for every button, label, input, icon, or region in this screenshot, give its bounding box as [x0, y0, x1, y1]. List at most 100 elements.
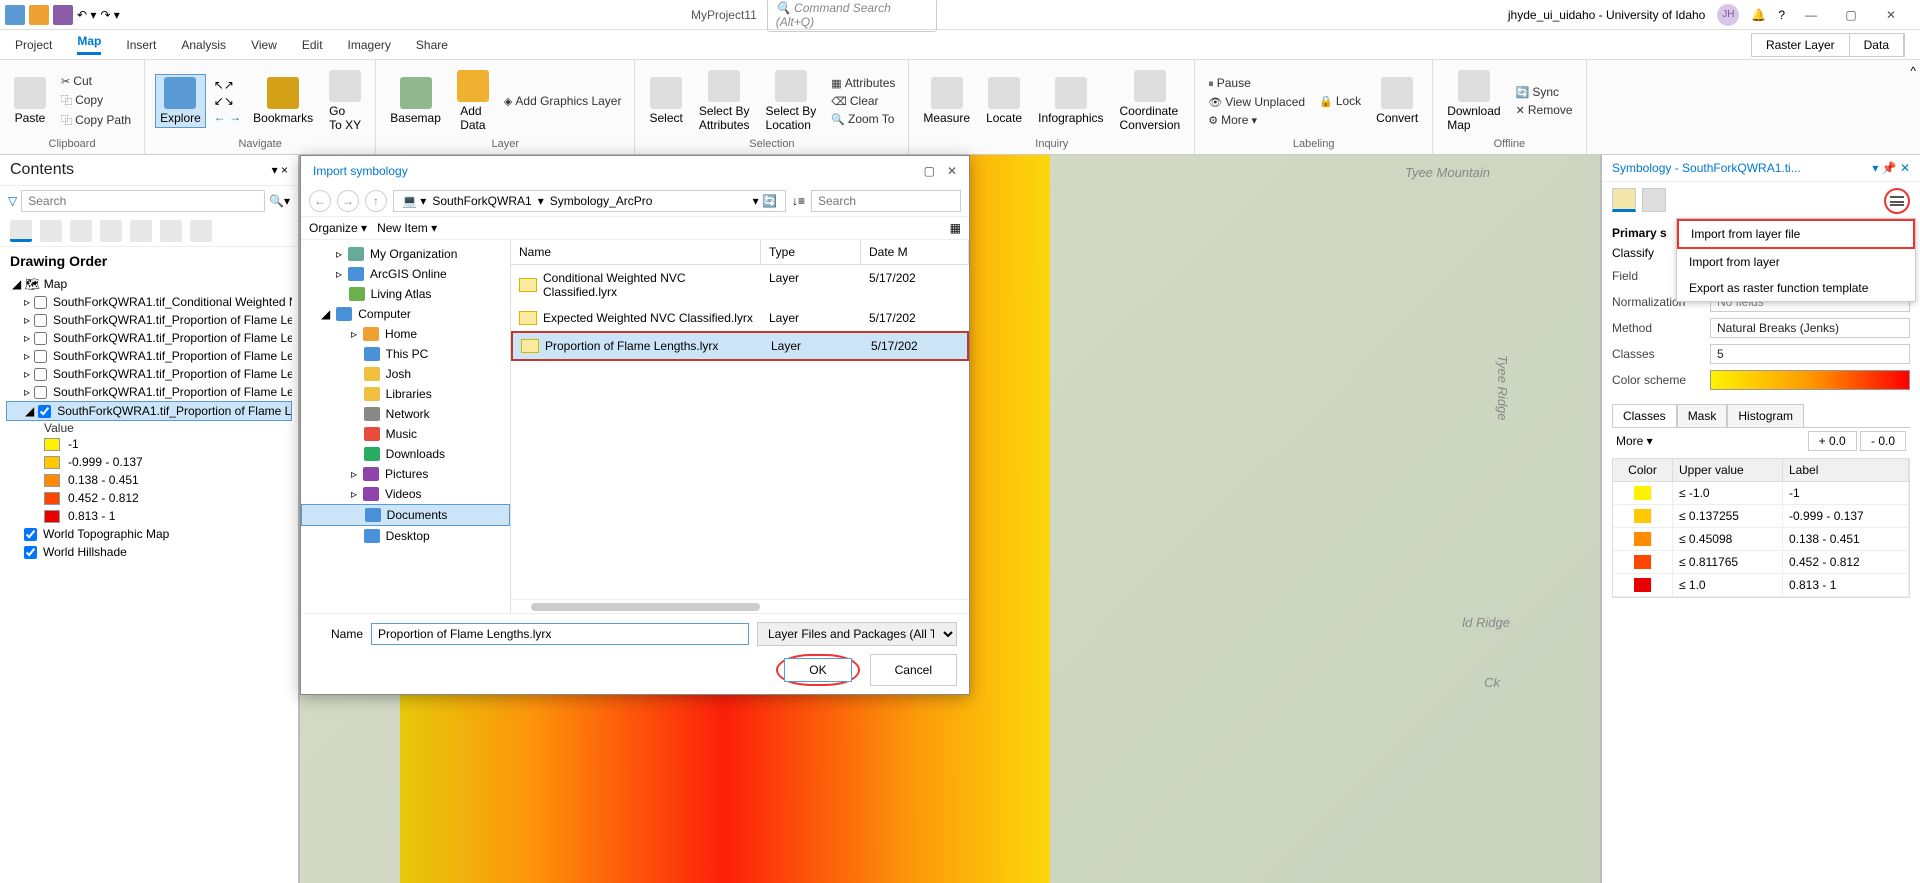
horizontal-scrollbar[interactable] [531, 603, 760, 611]
attributes-button[interactable]: ▦ Attributes [828, 75, 898, 91]
layer-item[interactable]: ▹SouthForkQWRA1.tif_Proportion of Flame … [6, 329, 292, 347]
organize-button[interactable]: Organize ▾ [309, 221, 367, 235]
plus-button[interactable]: + 0.0 [1808, 431, 1857, 451]
list-by-source-icon[interactable] [40, 220, 62, 242]
command-search-input[interactable]: 🔍 Command Search (Alt+Q) [767, 0, 937, 32]
layer-item[interactable]: ▹SouthForkQWRA1.tif_Proportion of Flame … [6, 311, 292, 329]
tree-documents[interactable]: Documents [301, 504, 510, 526]
tab-analysis[interactable]: Analysis [181, 38, 226, 52]
save-icon[interactable] [53, 5, 73, 25]
name-column-header[interactable]: Name [511, 240, 761, 264]
add-graphics-layer-button[interactable]: ◈ Add Graphics Layer [501, 93, 625, 109]
tab-project[interactable]: Project [15, 38, 52, 52]
tab-insert[interactable]: Insert [126, 38, 156, 52]
remove-button[interactable]: ✕ Remove [1513, 102, 1576, 118]
tree-computer[interactable]: ◢ Computer [301, 304, 510, 324]
more-labeling-button[interactable]: ⚙ More ▾ [1205, 112, 1308, 128]
import-from-layer-file-item[interactable]: Import from layer file [1677, 219, 1915, 249]
paste-button[interactable]: Paste [10, 75, 50, 127]
notifications-icon[interactable]: 🔔 [1751, 8, 1766, 22]
more-button[interactable]: More ▾ [1616, 434, 1653, 448]
tab-map[interactable]: Map [77, 34, 101, 55]
measure-button[interactable]: Measure [919, 75, 974, 127]
tree-desktop[interactable]: Desktop [301, 526, 510, 546]
add-data-button[interactable]: Add Data [453, 68, 493, 134]
tab-view[interactable]: View [251, 38, 277, 52]
layer-item[interactable]: ▹SouthForkQWRA1.tif_Conditional Weighted… [6, 293, 292, 311]
contents-menu-icon[interactable]: ▾ × [272, 163, 288, 177]
list-by-drawing-order-icon[interactable] [10, 220, 32, 242]
tree-videos[interactable]: ▹ Videos [301, 484, 510, 504]
vary-symbology-tab-icon[interactable] [1642, 188, 1666, 212]
classes-tab[interactable]: Classes [1612, 404, 1677, 427]
tree-this-pc[interactable]: This PC [301, 344, 510, 364]
file-row[interactable]: Proportion of Flame Lengths.lyrxLayer5/1… [511, 331, 969, 361]
dialog-close-icon[interactable]: ✕ [947, 164, 957, 178]
minus-button[interactable]: - 0.0 [1860, 431, 1906, 451]
sort-icon[interactable]: ↓≡ [792, 194, 805, 208]
tree-libraries[interactable]: Libraries [301, 384, 510, 404]
file-name-input[interactable] [371, 623, 749, 645]
class-row[interactable]: ≤ 1.00.813 - 1 [1613, 574, 1909, 597]
lock-button[interactable]: 🔒 Lock [1316, 93, 1364, 109]
help-icon[interactable]: ? [1778, 8, 1785, 22]
nav-arrows-icon[interactable]: ↖↗↙↘← → [214, 78, 241, 124]
coordinate-conversion-button[interactable]: Coordinate Conversion [1115, 68, 1184, 134]
pause-button[interactable]: ⏸ Pause [1205, 75, 1308, 92]
tree-home[interactable]: ▹ Home [301, 324, 510, 344]
copy-path-button[interactable]: ⿻ Copy Path [58, 111, 134, 129]
class-row[interactable]: ≤ 0.137255-0.999 - 0.137 [1613, 505, 1909, 528]
class-row[interactable]: ≤ -1.0-1 [1613, 482, 1909, 505]
convert-button[interactable]: Convert [1372, 75, 1422, 127]
tab-imagery[interactable]: Imagery [348, 38, 391, 52]
tab-edit[interactable]: Edit [302, 38, 323, 52]
import-from-layer-item[interactable]: Import from layer [1677, 249, 1915, 275]
color-scheme-select[interactable] [1710, 370, 1910, 390]
type-column-header[interactable]: Type [761, 240, 861, 264]
layer-item-selected[interactable]: ◢SouthForkQWRA1.tif_Proportion of Flame … [6, 401, 292, 421]
dialog-search-input[interactable] [811, 190, 961, 212]
forward-button[interactable]: → [337, 190, 359, 212]
basemap-item[interactable]: World Topographic Map [6, 525, 292, 543]
new-item-button[interactable]: New Item ▾ [377, 221, 437, 235]
collapse-ribbon-icon[interactable]: ^ [1910, 64, 1916, 78]
file-row[interactable]: Expected Weighted NVC Classified.lyrxLay… [511, 305, 969, 331]
cut-button[interactable]: ✂ Cut [58, 73, 134, 89]
redo-icon[interactable]: ↷ ▾ [100, 8, 119, 22]
class-row[interactable]: ≤ 0.8117650.452 - 0.812 [1613, 551, 1909, 574]
list-by-labeling-icon[interactable] [160, 220, 182, 242]
user-avatar[interactable]: JH [1717, 4, 1739, 26]
list-by-selection-icon[interactable] [70, 220, 92, 242]
cancel-button[interactable]: Cancel [870, 654, 957, 686]
locate-button[interactable]: Locate [982, 75, 1026, 127]
zoom-to-button[interactable]: 🔍 Zoom To [828, 111, 898, 127]
goto-xy-button[interactable]: Go To XY [325, 68, 365, 134]
tree-josh[interactable]: Josh [301, 364, 510, 384]
symbology-menu-button[interactable] [1884, 188, 1910, 214]
bookmarks-button[interactable]: Bookmarks [249, 75, 317, 127]
view-unplaced-button[interactable]: 👁 View Unplaced [1205, 94, 1308, 110]
panel-controls[interactable]: ▾ 📌 ✕ [1872, 161, 1910, 175]
select-by-location-button[interactable]: Select By Location [762, 68, 821, 134]
tree-my-organization[interactable]: ▹ My Organization [301, 244, 510, 264]
class-row[interactable]: ≤ 0.450980.138 - 0.451 [1613, 528, 1909, 551]
tree-living-atlas[interactable]: Living Atlas [301, 284, 510, 304]
dialog-maximize-icon[interactable]: ▢ [924, 164, 935, 178]
layer-item[interactable]: ▹SouthForkQWRA1.tif_Proportion of Flame … [6, 365, 292, 383]
contents-search-input[interactable] [21, 190, 265, 212]
tab-raster-layer[interactable]: Raster Layer [1752, 34, 1850, 56]
export-template-item[interactable]: Export as raster function template [1677, 275, 1915, 301]
list-by-perspective-icon[interactable] [190, 220, 212, 242]
download-map-button[interactable]: Download Map [1443, 68, 1504, 134]
layer-item[interactable]: ▹SouthForkQWRA1.tif_Proportion of Flame … [6, 347, 292, 365]
open-project-icon[interactable] [29, 5, 49, 25]
layer-item[interactable]: ▹SouthForkQWRA1.tif_Proportion of Flame … [6, 383, 292, 401]
back-button[interactable]: ← [309, 190, 331, 212]
view-mode-icon[interactable]: ▦ [950, 221, 961, 235]
undo-icon[interactable]: ↶ ▾ [77, 8, 96, 22]
minimize-icon[interactable]: — [1797, 5, 1825, 25]
histogram-tab[interactable]: Histogram [1727, 404, 1804, 427]
select-button[interactable]: Select [645, 75, 686, 127]
clear-button[interactable]: ⌫ Clear [828, 93, 898, 109]
infographics-button[interactable]: Infographics [1034, 75, 1107, 127]
